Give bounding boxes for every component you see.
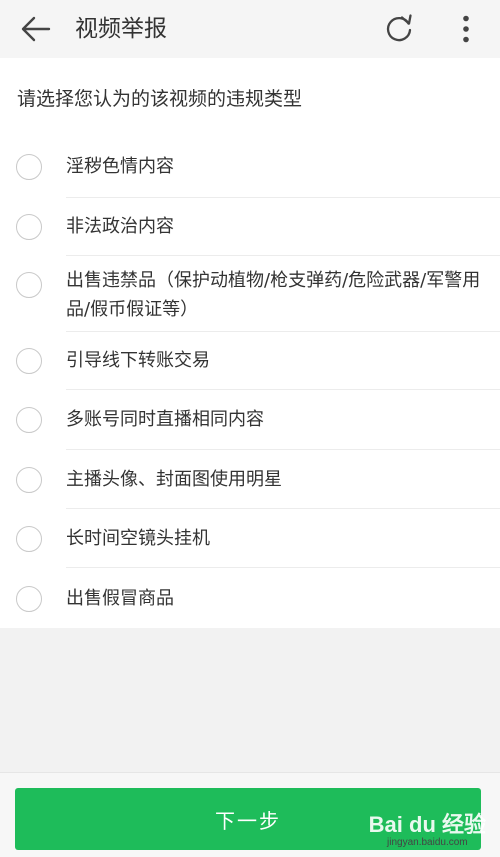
option-label: 引导线下转账交易 xyxy=(66,350,210,371)
option-label: 多账号同时直播相同内容 xyxy=(66,409,264,430)
page-title: 视频举报 xyxy=(75,16,167,42)
option-label: 长时间空镜头挂机 xyxy=(66,528,210,549)
watermark-url: jingyan.baidu.com xyxy=(387,837,468,848)
baidu-jingyan-watermark: Bai du 经验 jingyan.baidu.com xyxy=(369,813,486,849)
option-counterfeit-goods[interactable]: 出售假冒商品 xyxy=(0,568,500,628)
report-prompt: 请选择您认为的该视频的违规类型 xyxy=(0,58,500,136)
radio-button[interactable] xyxy=(16,272,42,298)
more-vertical-icon xyxy=(463,15,469,43)
option-selling-prohibited-items[interactable]: 出售违禁品（保护动植物/枪支弹药/危险武器/军警用品/假币假证等） xyxy=(0,256,500,332)
option-label: 淫秽色情内容 xyxy=(66,156,174,177)
header-bar: 视频举报 xyxy=(0,0,500,58)
footer-bar: 下一步 Bai du 经验 jingyan.baidu.com xyxy=(0,772,500,857)
refresh-icon xyxy=(386,14,412,42)
radio-button[interactable] xyxy=(16,407,42,433)
radio-button[interactable] xyxy=(16,348,42,374)
arrow-left-icon xyxy=(21,16,51,42)
radio-button[interactable] xyxy=(16,214,42,240)
option-celebrity-avatar[interactable]: 主播头像、封面图使用明星 xyxy=(0,450,500,509)
option-multi-account-streaming[interactable]: 多账号同时直播相同内容 xyxy=(0,390,500,450)
radio-button[interactable] xyxy=(16,154,42,180)
option-pornographic-content[interactable]: 淫秽色情内容 xyxy=(0,136,500,198)
option-label: 非法政治内容 xyxy=(66,216,174,237)
option-idle-empty-camera[interactable]: 长时间空镜头挂机 xyxy=(0,509,500,568)
prompt-text: 请选择您认为的该视频的违规类型 xyxy=(17,88,303,110)
option-offline-transfer[interactable]: 引导线下转账交易 xyxy=(0,332,500,390)
watermark-brand: Bai du 经验 xyxy=(368,812,486,837)
back-button[interactable] xyxy=(18,12,54,46)
radio-button[interactable] xyxy=(16,526,42,552)
refresh-button[interactable] xyxy=(380,11,418,47)
radio-button[interactable] xyxy=(16,467,42,493)
radio-button[interactable] xyxy=(16,586,42,612)
option-label: 出售假冒商品 xyxy=(66,588,174,609)
option-illegal-political-content[interactable]: 非法政治内容 xyxy=(0,198,500,256)
option-label: 出售违禁品（保护动植物/枪支弹药/危险武器/军警用品/假币假证等） xyxy=(66,270,481,320)
violation-type-list: 淫秽色情内容 非法政治内容 出售违禁品（保护动植物/枪支弹药/危险武器/军警用品… xyxy=(0,136,500,628)
option-label: 主播头像、封面图使用明星 xyxy=(66,469,282,490)
more-options-button[interactable] xyxy=(452,11,480,47)
